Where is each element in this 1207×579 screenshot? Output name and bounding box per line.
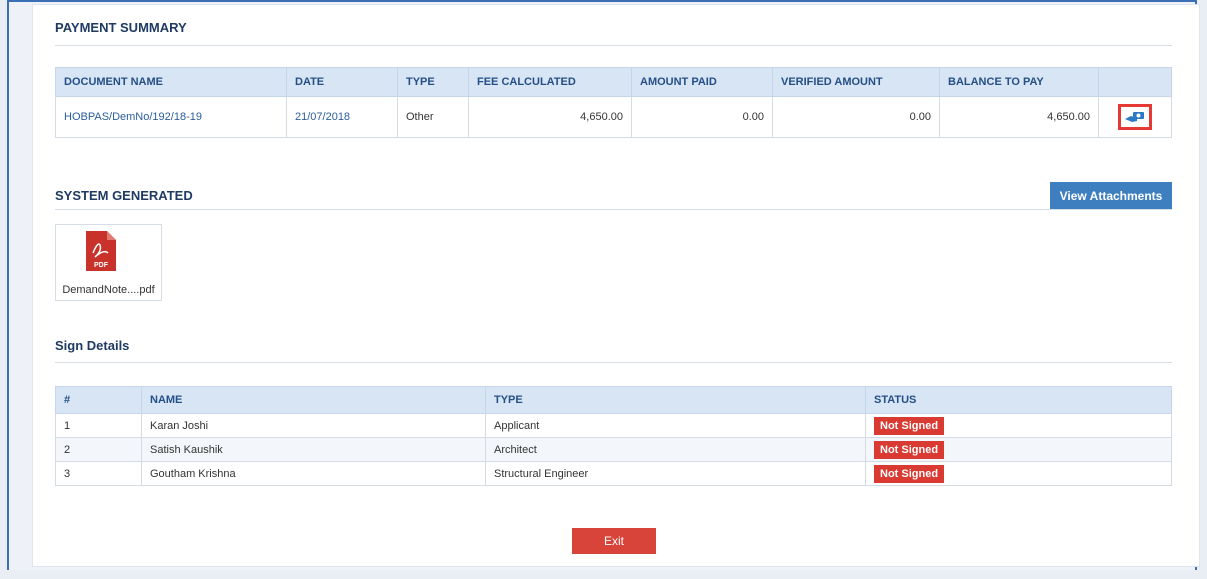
header-document-name: DOCUMENT NAME bbox=[55, 67, 287, 97]
header-verified-amount: VERIFIED AMOUNT bbox=[772, 67, 940, 97]
status-cell: Not Signed bbox=[865, 437, 1172, 462]
exit-button[interactable]: Exit bbox=[572, 528, 656, 554]
signer-type: Structural Engineer bbox=[485, 461, 866, 486]
view-attachments-button[interactable]: View Attachments bbox=[1050, 182, 1172, 210]
table-row: 1 Karan Joshi Applicant Not Signed bbox=[55, 413, 1172, 438]
table-row: 3 Goutham Krishna Structural Engineer No… bbox=[55, 461, 1172, 486]
header-type: TYPE bbox=[397, 67, 469, 97]
payment-summary-title: PAYMENT SUMMARY bbox=[55, 20, 187, 35]
signer-name: Karan Joshi bbox=[141, 413, 486, 438]
system-generated-title: SYSTEM GENERATED bbox=[55, 188, 193, 203]
status-cell: Not Signed bbox=[865, 461, 1172, 486]
signer-name: Goutham Krishna bbox=[141, 461, 486, 486]
divider bbox=[55, 362, 1172, 363]
verified-cell: 0.00 bbox=[772, 96, 940, 138]
signer-type: Applicant bbox=[485, 413, 866, 438]
header-status: STATUS bbox=[865, 386, 1172, 414]
pdf-file-name: DemandNote....pdf bbox=[62, 284, 155, 296]
paid-cell: 0.00 bbox=[631, 96, 773, 138]
header-action bbox=[1098, 67, 1172, 97]
header-number: # bbox=[55, 386, 142, 414]
document-name-link[interactable]: HOBPAS/DemNo/192/18-19 bbox=[55, 96, 287, 138]
signer-type: Architect bbox=[485, 437, 866, 462]
type-cell: Other bbox=[397, 96, 469, 138]
payment-table: DOCUMENT NAME DATE TYPE FEE CALCULATED A… bbox=[55, 67, 1172, 138]
svg-text:PDF: PDF bbox=[94, 262, 109, 269]
fee-cell: 4,650.00 bbox=[468, 96, 632, 138]
sign-details-title: Sign Details bbox=[55, 338, 130, 353]
header-sign-type: TYPE bbox=[485, 386, 866, 414]
sign-table: # NAME TYPE STATUS 1 Karan Joshi Applica… bbox=[55, 386, 1172, 486]
pay-icon bbox=[1125, 112, 1144, 122]
status-cell: Not Signed bbox=[865, 413, 1172, 438]
row-number: 2 bbox=[55, 437, 142, 462]
divider bbox=[55, 45, 1172, 46]
header-fee-calculated: FEE CALCULATED bbox=[468, 67, 632, 97]
header-name: NAME bbox=[141, 386, 486, 414]
pdf-attachment[interactable]: PDF DemandNote....pdf bbox=[55, 224, 162, 301]
balance-cell: 4,650.00 bbox=[939, 96, 1099, 138]
status-badge: Not Signed bbox=[874, 416, 945, 435]
header-amount-paid: AMOUNT PAID bbox=[631, 67, 773, 97]
signer-name: Satish Kaushik bbox=[141, 437, 486, 462]
action-cell bbox=[1098, 96, 1172, 138]
status-badge: Not Signed bbox=[874, 440, 945, 459]
date-cell: 21/07/2018 bbox=[286, 96, 398, 138]
status-badge: Not Signed bbox=[874, 464, 945, 483]
pdf-file-icon: PDF bbox=[86, 231, 116, 271]
header-date: DATE bbox=[286, 67, 398, 97]
divider bbox=[55, 209, 1172, 210]
header-balance-to-pay: BALANCE TO PAY bbox=[939, 67, 1099, 97]
pay-button[interactable] bbox=[1118, 104, 1152, 130]
table-row: 2 Satish Kaushik Architect Not Signed bbox=[55, 437, 1172, 462]
table-row: HOBPAS/DemNo/192/18-19 21/07/2018 Other … bbox=[55, 96, 1172, 138]
row-number: 1 bbox=[55, 413, 142, 438]
row-number: 3 bbox=[55, 461, 142, 486]
